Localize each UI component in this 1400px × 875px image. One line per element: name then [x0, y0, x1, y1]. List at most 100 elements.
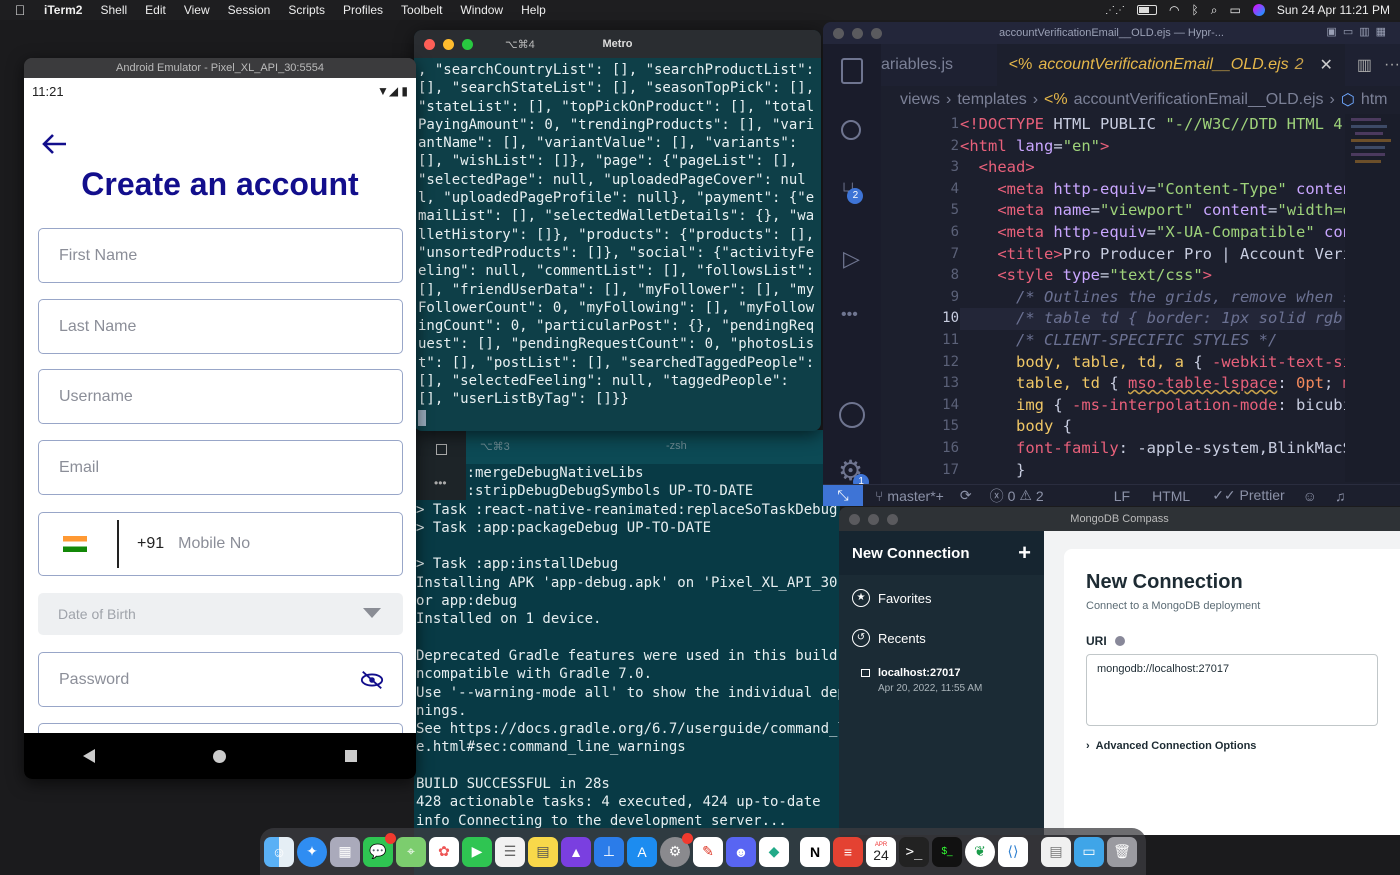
menu-view[interactable]: View [175, 3, 219, 17]
breadcrumb-templates[interactable]: templates [957, 91, 1026, 109]
username-field[interactable]: Username [38, 369, 403, 424]
dots-status-icon[interactable]: ⋰⋰ [1105, 5, 1125, 16]
terminal-tab-shortcut[interactable]: ⌥⌘3 [480, 440, 510, 453]
menu-clock[interactable]: Sun 24 Apr 11:21 PM [1277, 3, 1390, 17]
feedback-icon[interactable]: ☺ [1303, 488, 1317, 504]
photos-icon[interactable]: ✿ [429, 836, 459, 867]
terminal-tab-title[interactable]: -zsh [666, 440, 687, 452]
more-actions-icon[interactable]: ··· [1384, 56, 1400, 74]
minimap[interactable] [1345, 114, 1400, 482]
email-field[interactable]: Email [38, 440, 403, 495]
source-control-icon[interactable]: ⑂ 2 [841, 178, 864, 206]
back-arrow-icon[interactable] [40, 132, 68, 156]
menu-session[interactable]: Session [219, 3, 280, 17]
maps-icon[interactable]: ⌖ [396, 836, 426, 867]
menu-toolbelt[interactable]: Toolbelt [392, 3, 451, 17]
menu-help[interactable]: Help [512, 3, 555, 17]
explorer-icon[interactable] [841, 58, 863, 84]
launchpad-icon[interactable]: ▦ [330, 836, 360, 867]
tab-variables[interactable]: ariables.js [881, 56, 997, 74]
nav-back-icon[interactable] [83, 749, 96, 763]
trash-icon[interactable]: 🗑 [1107, 836, 1137, 867]
sourcetree-icon[interactable]: ◆ [759, 836, 789, 867]
first-name-field[interactable]: First Name [38, 228, 403, 283]
error-count[interactable]: 0 [1008, 488, 1016, 504]
prettier-status[interactable]: ✓✓ Prettier [1212, 487, 1284, 504]
bluetooth-icon[interactable]: ᛒ [1192, 3, 1199, 17]
notes-icon[interactable]: ▤ [528, 836, 558, 867]
apple-menu-icon[interactable]:  [0, 2, 40, 18]
recent-connection[interactable]: localhost:27017 Apr 20, 2022, 11:55 AM [839, 647, 1044, 694]
new-connection-header[interactable]: New Connection + [839, 531, 1044, 575]
language-mode[interactable]: HTML [1152, 488, 1190, 504]
nav-home-icon[interactable] [213, 749, 227, 763]
tab-active[interactable]: <% accountVerificationEmail__OLD.ejs 2 ✕ [996, 44, 1345, 86]
warning-icon[interactable]: ⚠ [1019, 487, 1032, 504]
uri-input[interactable]: mongodb://localhost:27017 [1086, 654, 1378, 726]
search-icon[interactable] [841, 120, 861, 140]
dob-dropdown[interactable]: Date of Birth [38, 593, 403, 635]
messages-icon[interactable]: 💬 [363, 832, 396, 867]
keynote-icon[interactable]: ⊥ [594, 836, 624, 867]
search-icon[interactable]: ⌕ [1211, 3, 1218, 18]
split-editor-icon[interactable]: ▥ [1357, 55, 1372, 75]
code-editor[interactable]: <!DOCTYPE HTML PUBLIC "-//W3C//DTD HTML … [960, 114, 1345, 482]
eol-indicator[interactable]: LF [1114, 488, 1130, 504]
recents-item[interactable]: ↺ Recents [839, 607, 1044, 647]
breadcrumb-html[interactable]: htm [1361, 91, 1388, 109]
document-icon[interactable]: ▤ [1041, 836, 1071, 867]
affinity-icon[interactable]: ▲ [561, 836, 591, 867]
nav-recents-icon[interactable] [344, 750, 357, 762]
settings-gear-icon[interactable]: ⚙ 1 [838, 454, 870, 490]
remote-icon[interactable]: ⤡ [823, 484, 863, 506]
more-icon[interactable]: ••• [841, 306, 858, 324]
more-dots-icon[interactable]: ••• [434, 476, 447, 490]
vscode-window[interactable]: accountVerificationEmail__OLD.ejs — Hypr… [823, 22, 1400, 506]
account-icon[interactable] [839, 402, 865, 428]
menu-edit[interactable]: Edit [136, 3, 175, 17]
contacts-icon[interactable]: ☰ [495, 836, 525, 867]
app-store-icon[interactable]: A [627, 836, 657, 867]
run-debug-icon[interactable]: ▷ [843, 246, 860, 272]
country-code[interactable]: +91 [137, 535, 164, 553]
tab-square-icon[interactable] [436, 444, 447, 455]
mongodb-compass-window[interactable]: MongoDB Compass New Connection + ★ Favor… [839, 507, 1400, 835]
git-branch[interactable]: master*+ [887, 488, 943, 504]
menu-app-name[interactable]: iTerm2 [40, 3, 91, 17]
acrobat-icon[interactable]: ✎ [693, 836, 723, 867]
last-name-field[interactable]: Last Name [38, 299, 403, 354]
advanced-options-toggle[interactable]: › Advanced Connection Options [1086, 740, 1378, 752]
breadcrumb-file[interactable]: accountVerificationEmail__OLD.ejs [1074, 91, 1324, 109]
wifi-icon[interactable]: ◠ [1169, 3, 1179, 17]
breadcrumb-views[interactable]: views [900, 91, 940, 109]
discord-icon[interactable]: ☻ [726, 836, 756, 867]
vscode-icon[interactable]: ⟨⟩ [998, 836, 1028, 867]
error-icon[interactable]: ⓧ [990, 486, 1004, 506]
safari-icon[interactable]: ✦ [297, 836, 327, 867]
siri-icon[interactable] [1252, 4, 1265, 16]
menu-shell[interactable]: Shell [91, 3, 136, 17]
finder-icon[interactable]: ☺ [264, 836, 294, 867]
facetime-icon[interactable]: ▶ [462, 836, 492, 867]
notion-icon[interactable]: N [800, 836, 830, 867]
metro-terminal-window[interactable]: ⌥⌘4 Metro , "searchCountryList": [], "se… [414, 30, 821, 431]
plus-icon[interactable]: + [1018, 540, 1031, 566]
india-flag-icon[interactable] [63, 536, 87, 552]
layout-icons[interactable]: ▣▭▥▦ [1326, 25, 1392, 38]
mongodb-compass-icon[interactable]: ❦ [965, 836, 995, 867]
info-icon[interactable] [1114, 636, 1125, 646]
calendar-icon[interactable]: APR 24 [866, 836, 896, 867]
iterm-terminal[interactable]: ⌥⌘3 -zsh :app:mergeDebugNativeLibs :app:… [414, 430, 840, 875]
terminal-icon[interactable]: >_ [899, 836, 929, 867]
menu-profiles[interactable]: Profiles [334, 3, 392, 17]
iterm-icon[interactable]: $_ [932, 836, 962, 867]
mobile-field[interactable]: +91 Mobile No [38, 512, 403, 576]
android-emulator-window[interactable]: Android Emulator - Pixel_XL_API_30:5554 … [24, 58, 416, 779]
password-field[interactable]: Password [38, 652, 403, 707]
system-preferences-icon[interactable]: ⚙ [660, 832, 693, 867]
menu-window[interactable]: Window [451, 3, 512, 17]
eye-off-icon[interactable] [360, 670, 384, 690]
folder-icon[interactable]: ▭ [1074, 836, 1104, 867]
emulator-screen[interactable]: 11:21 ▼◢ ▮ Create an account First Name … [24, 78, 416, 743]
sync-icon[interactable]: ⟳ [960, 487, 972, 504]
